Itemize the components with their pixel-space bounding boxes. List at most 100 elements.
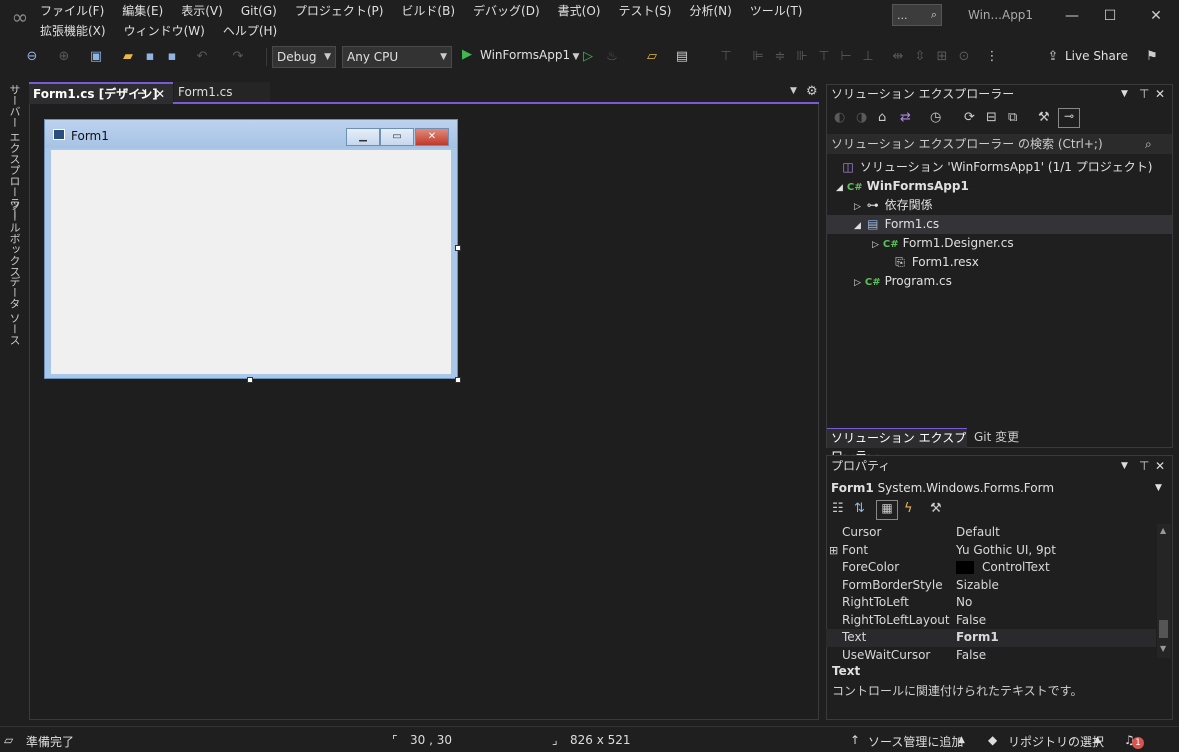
- chevron-down-icon[interactable]: ▼: [1121, 84, 1128, 104]
- back-icon[interactable]: ⊖: [22, 47, 42, 67]
- make-same-height-icon[interactable]: ⇳: [910, 47, 930, 67]
- align-rights-icon[interactable]: ⊪: [792, 47, 812, 67]
- properties-scrollbar[interactable]: ▲ ▼: [1157, 524, 1171, 658]
- layout-icon[interactable]: ▤: [672, 47, 692, 67]
- search-button[interactable]: ... ⌕: [892, 4, 942, 26]
- menu-format[interactable]: 書式(O): [558, 2, 610, 22]
- properties-wrench-icon[interactable]: ⚒: [1038, 110, 1050, 125]
- tree-item-dependencies[interactable]: ▷ ⊶ 依存関係: [826, 196, 1172, 215]
- scroll-down-icon[interactable]: ▼: [1160, 644, 1166, 653]
- tree-item-program[interactable]: ▷ C# Program.cs: [826, 272, 1172, 291]
- select-repository-button[interactable]: リポジトリの選択: [1008, 733, 1104, 750]
- form-client-area[interactable]: [51, 150, 451, 374]
- menu-edit[interactable]: 編集(E): [122, 2, 172, 22]
- switch-views-icon[interactable]: ⇄: [900, 110, 911, 125]
- tab-order-icon[interactable]: ⊤: [716, 47, 736, 67]
- back-icon[interactable]: ◐: [834, 110, 845, 125]
- tab-solution-explorer[interactable]: ソリューション エクスプローラー: [827, 428, 967, 463]
- property-value[interactable]: Sizable: [956, 577, 999, 594]
- tree-item-project[interactable]: ◢ C# WinFormsApp1: [826, 177, 1172, 196]
- menu-view[interactable]: 表示(V): [181, 2, 232, 22]
- property-value[interactable]: False: [956, 647, 986, 659]
- make-same-width-icon[interactable]: ⇹: [888, 47, 908, 67]
- property-row-usewaitcursor[interactable]: UseWaitCursor False: [826, 647, 1156, 659]
- new-item-icon[interactable]: ▣: [86, 47, 106, 67]
- resize-handle-right[interactable]: [455, 245, 461, 251]
- open-folder-icon[interactable]: ▰: [118, 47, 138, 67]
- menu-window[interactable]: ウィンドウ(W): [124, 22, 214, 42]
- chevron-down-icon[interactable]: ▼: [790, 86, 797, 96]
- tab-form1-code[interactable]: Form1.cs: [174, 82, 270, 102]
- property-value[interactable]: False: [956, 612, 986, 629]
- gear-icon[interactable]: ⚙: [806, 84, 818, 99]
- close-icon[interactable]: ✕: [1155, 84, 1165, 104]
- events-icon[interactable]: ϟ: [904, 501, 913, 516]
- maximize-icon[interactable]: ☐: [1092, 4, 1128, 28]
- feedback-icon[interactable]: ⚑: [1142, 47, 1162, 67]
- home-icon[interactable]: ⌂: [878, 110, 886, 125]
- menu-help[interactable]: ヘルプ(H): [223, 22, 286, 42]
- preview-selected-icon[interactable]: ⊸: [1058, 108, 1080, 128]
- menu-extensions[interactable]: 拡張機能(X): [40, 22, 115, 42]
- property-row-formborderstyle[interactable]: FormBorderStyle Sizable: [826, 577, 1156, 595]
- tree-item-solution[interactable]: ◫ ソリューション 'WinFormsApp1' (1/1 プロジェクト): [826, 158, 1172, 177]
- align-bottoms-icon[interactable]: ⊥: [858, 47, 878, 67]
- folder-view-icon[interactable]: ▱: [642, 47, 662, 67]
- align-middles-icon[interactable]: ⊢: [836, 47, 856, 67]
- share-icon[interactable]: ⇪: [1043, 47, 1063, 67]
- property-row-righttoleft[interactable]: RightToLeft No: [826, 594, 1156, 612]
- solution-search-input[interactable]: ソリューション エクスプローラー の検索 (Ctrl+;) ⌕: [827, 134, 1172, 154]
- tree-item-form1-designer[interactable]: ▷ C# Form1.Designer.cs: [826, 234, 1172, 253]
- property-pages-icon[interactable]: ⚒: [930, 501, 942, 516]
- data-sources-tab[interactable]: データ ソース: [6, 276, 22, 346]
- property-value[interactable]: No: [956, 594, 972, 611]
- pin-icon[interactable]: ⊤: [1139, 456, 1149, 476]
- align-centers-icon[interactable]: ≑: [770, 47, 790, 67]
- property-value[interactable]: Form1: [956, 629, 999, 646]
- expand-plus-icon[interactable]: ⊞: [829, 542, 838, 559]
- live-share-button[interactable]: Live Share: [1065, 49, 1128, 63]
- show-all-files-icon[interactable]: ⧉: [1008, 110, 1017, 125]
- designer-form[interactable]: Form1 ▁ ▭ ✕: [44, 119, 458, 379]
- pin-icon[interactable]: ⊤: [1139, 84, 1149, 104]
- close-tab-icon[interactable]: ✕: [155, 84, 165, 104]
- undo-icon[interactable]: ↶: [192, 47, 212, 67]
- overflow-icon[interactable]: ⋮: [982, 47, 1002, 67]
- run-without-debug-icon[interactable]: ▷: [578, 47, 598, 67]
- resize-handle-bottom[interactable]: [247, 377, 253, 383]
- play-icon[interactable]: ▶: [462, 47, 472, 62]
- property-row-font[interactable]: ⊞ Font Yu Gothic UI, 9pt: [826, 542, 1156, 560]
- pending-changes-icon[interactable]: ◷: [930, 110, 941, 125]
- redo-icon[interactable]: ↷: [228, 47, 248, 67]
- hot-reload-icon[interactable]: ♨: [602, 47, 622, 67]
- property-value[interactable]: Yu Gothic UI, 9pt: [956, 542, 1056, 559]
- menu-file[interactable]: ファイル(F): [40, 2, 113, 22]
- tab-form1-design[interactable]: Form1.cs [デザイン] ⊣ ✕: [29, 82, 173, 104]
- object-selector[interactable]: Form1 System.Windows.Forms.Form ▼: [827, 478, 1172, 498]
- property-row-forecolor[interactable]: ForeColor ControlText: [826, 559, 1156, 577]
- zoom-icon[interactable]: ⊙: [954, 47, 974, 67]
- forward-icon[interactable]: ◑: [856, 110, 867, 125]
- property-value[interactable]: ControlText: [982, 559, 1050, 576]
- tree-item-form1-resx[interactable]: ⎘ Form1.resx: [826, 253, 1172, 272]
- save-all-icon[interactable]: ▪: [162, 47, 182, 67]
- alphabetical-icon[interactable]: ⇅: [854, 501, 865, 516]
- properties-view-icon[interactable]: ▦: [876, 500, 898, 520]
- menu-analyze[interactable]: 分析(N): [689, 2, 740, 22]
- chevron-down-icon[interactable]: ▼: [1121, 456, 1128, 476]
- toolbox-tab[interactable]: ツールボックス: [6, 200, 22, 277]
- property-row-text[interactable]: Text Form1: [826, 629, 1156, 647]
- platform-dropdown[interactable]: Any CPU ▼: [342, 46, 452, 68]
- property-value[interactable]: Default: [956, 524, 1000, 541]
- collapse-all-icon[interactable]: ⊟: [986, 110, 997, 125]
- menu-git[interactable]: Git(G): [241, 2, 286, 22]
- tab-git-changes[interactable]: Git 変更: [970, 428, 1050, 448]
- scrollbar-thumb[interactable]: [1159, 620, 1168, 638]
- menu-tools[interactable]: ツール(T): [750, 2, 812, 22]
- menu-project[interactable]: プロジェクト(P): [295, 2, 393, 22]
- tree-item-form1[interactable]: ◢ ▤ Form1.cs: [826, 215, 1172, 234]
- categorized-icon[interactable]: ☷: [832, 501, 844, 516]
- property-row-cursor[interactable]: Cursor Default: [826, 524, 1156, 542]
- resize-handle-corner[interactable]: [455, 377, 461, 383]
- scroll-up-icon[interactable]: ▲: [1160, 526, 1166, 535]
